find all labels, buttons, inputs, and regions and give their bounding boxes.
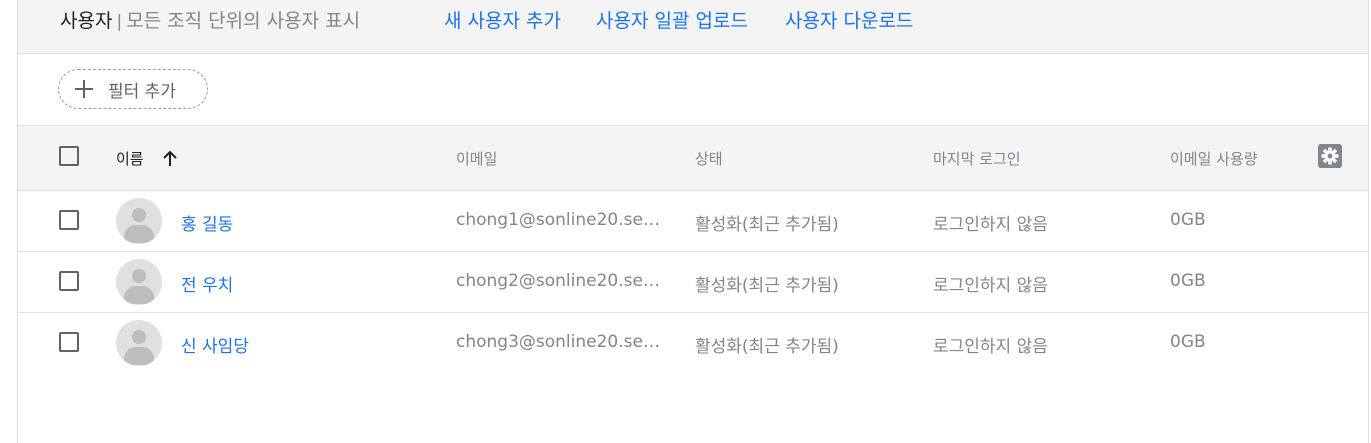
user-email: chong1@sonline20.sen.g... (456, 210, 666, 230)
table-header: 이름 이메일 상태 마지막 로그인 이메일 사용량 (18, 125, 1368, 191)
avatar-placeholder-icon (116, 198, 162, 244)
download-users-link[interactable]: 사용자 다운로드 (785, 6, 913, 33)
plus-icon (74, 79, 94, 99)
user-email-usage: 0GB (1170, 271, 1206, 291)
user-status: 활성화(최근 추가됨) (695, 276, 839, 296)
arrow-up-icon[interactable] (163, 151, 177, 167)
user-last-login: 로그인하지 않음 (933, 215, 1048, 235)
user-email: chong2@sonline20.sen.g... (456, 271, 666, 291)
filter-bar: 필터 추가 (18, 54, 1368, 125)
column-header-email-usage[interactable]: 이메일 사용량 (1170, 148, 1258, 169)
column-header-name[interactable]: 이름 (116, 148, 144, 169)
column-header-email[interactable]: 이메일 (456, 148, 497, 169)
page-subtitle: 모든 조직 단위의 사용자 표시 (126, 10, 361, 32)
page-title-text: 사용자 (60, 10, 113, 32)
users-panel: 사용자 | 모든 조직 단위의 사용자 표시 새 사용자 추가 사용자 일괄 업로드… (17, 0, 1369, 443)
column-header-status[interactable]: 상태 (695, 148, 723, 169)
user-name-link[interactable]: 홍 길동 (181, 210, 233, 235)
row-checkbox[interactable] (59, 332, 79, 352)
row-checkbox[interactable] (59, 210, 79, 230)
user-name-link[interactable]: 신 사임당 (181, 332, 249, 357)
user-email-usage: 0GB (1170, 210, 1206, 230)
gear-icon[interactable] (1318, 144, 1342, 168)
add-filter-button[interactable]: 필터 추가 (58, 69, 208, 109)
user-email: chong3@sonline20.sen.g... (456, 332, 666, 352)
avatar-placeholder-icon (116, 320, 162, 366)
user-name-link[interactable]: 전 우치 (181, 271, 233, 296)
table-row[interactable]: 전 우치 chong2@sonline20.sen.g... 활성화(최근 추가… (18, 252, 1368, 313)
select-all-checkbox[interactable] (59, 146, 79, 166)
table-row[interactable]: 신 사임당 chong3@sonline20.sen.g... 활성화(최근 추… (18, 313, 1368, 374)
row-checkbox[interactable] (59, 271, 79, 291)
page-title: 사용자 | 모든 조직 단위의 사용자 표시 (60, 6, 360, 33)
user-status: 활성화(최근 추가됨) (695, 337, 839, 357)
user-email-usage: 0GB (1170, 332, 1206, 352)
bulk-upload-users-link[interactable]: 사용자 일괄 업로드 (596, 6, 748, 33)
user-status: 활성화(최근 추가됨) (695, 215, 839, 235)
user-last-login: 로그인하지 않음 (933, 337, 1048, 357)
add-user-link[interactable]: 새 사용자 추가 (444, 6, 561, 33)
avatar-placeholder-icon (116, 259, 162, 305)
table-row[interactable]: 홍 길동 chong1@sonline20.sen.g... 활성화(최근 추가… (18, 191, 1368, 252)
column-header-last-login[interactable]: 마지막 로그인 (933, 148, 1021, 169)
title-separator: | (116, 12, 123, 32)
users-header-bar: 사용자 | 모든 조직 단위의 사용자 표시 새 사용자 추가 사용자 일괄 업로드… (18, 0, 1368, 54)
add-filter-label: 필터 추가 (108, 81, 176, 102)
user-last-login: 로그인하지 않음 (933, 276, 1048, 296)
